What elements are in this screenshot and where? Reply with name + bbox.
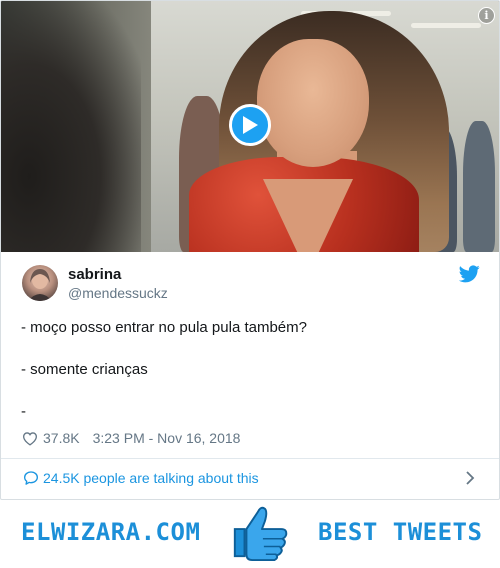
site-banner: ELWIZARA.COM BEST TWEETS (0, 500, 500, 568)
display-name[interactable]: sabrina (68, 266, 121, 283)
speech-bubble-icon (24, 471, 38, 485)
tweet-text-line: - somente crianças (21, 361, 148, 378)
tweet-meta: 37.8K 3:23 PM - Nov 16, 2018 (22, 430, 240, 446)
tweet-text-line: - moço posso entrar no pula pula também? (21, 319, 307, 336)
conversation-count[interactable]: 24.5K people are talking about this (43, 470, 259, 486)
twitter-bird-icon[interactable] (459, 265, 480, 283)
play-icon (243, 116, 258, 134)
heart-icon[interactable] (22, 431, 38, 446)
chevron-right-icon[interactable] (465, 471, 475, 485)
site-tagline: BEST TWEETS (318, 518, 483, 546)
foreground-shadow (1, 1, 141, 252)
avatar[interactable] (22, 265, 58, 301)
site-brand[interactable]: ELWIZARA.COM (21, 518, 200, 546)
ceiling-light (411, 23, 481, 28)
avatar-photo (28, 269, 52, 301)
conversation-link[interactable]: 24.5K people are talking about this (1, 459, 499, 499)
user-handle[interactable]: @mendessuckz (68, 285, 168, 301)
embedded-tweet-card: i sabrina @mendessuckz - moço posso entr… (0, 0, 500, 500)
background-person (463, 121, 495, 252)
video-thumbnail[interactable]: i (1, 1, 499, 252)
video-subject-face (257, 39, 369, 167)
tweet-timestamp[interactable]: 3:23 PM - Nov 16, 2018 (93, 430, 241, 446)
play-button[interactable] (229, 104, 271, 146)
info-icon[interactable]: i (478, 7, 495, 24)
tweet-text-line: - (21, 403, 26, 420)
thumbs-up-icon (233, 506, 288, 562)
like-count[interactable]: 37.8K (43, 430, 80, 446)
